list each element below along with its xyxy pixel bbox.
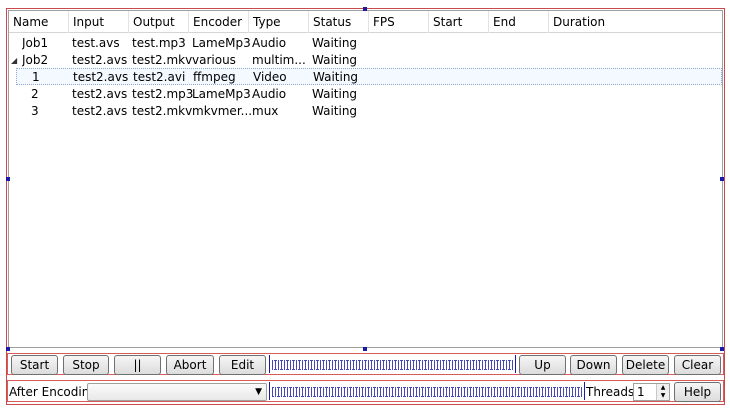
edit-button[interactable]: Edit [219,355,266,375]
pause-button[interactable]: || [114,355,161,375]
layout-spacer [269,355,516,373]
resize-handle[interactable] [363,347,367,351]
list-header: Name Input Output Encoder Type Status FP… [9,11,722,33]
cell-type: mux [252,104,279,118]
cell-input: test2.avs [72,104,128,118]
table-row[interactable]: ◢ Job2 test2.avs test2.mkv various multi… [9,52,722,69]
column-header-type[interactable]: Type [249,11,309,33]
column-header-start[interactable]: Start [429,11,489,33]
cell-name: 2 [31,87,39,101]
cell-status: Waiting [312,36,358,50]
abort-button[interactable]: Abort [166,355,214,375]
cell-encoder: LameMp3 [192,36,251,50]
cell-output: test2.avi [133,70,186,84]
cell-status: Waiting [312,53,358,67]
start-button[interactable]: Start [11,355,58,375]
cell-encoder: LameMp3 [192,87,251,101]
resize-handle[interactable] [720,347,724,351]
chevron-down-icon: ▼ [255,387,262,397]
cell-type: Video [253,70,287,84]
column-header-input[interactable]: Input [69,11,129,33]
clear-button[interactable]: Clear [674,355,721,375]
stop-button[interactable]: Stop [63,355,109,375]
cell-output: test2.mp3 [132,87,194,101]
delete-button[interactable]: Delete [622,355,669,375]
cell-input: test2.avs [72,87,128,101]
cell-input: test.avs [72,36,120,50]
cell-status: Waiting [313,70,359,84]
cell-name: 3 [31,104,39,118]
threads-value: 1 [637,385,645,399]
cell-input: test2.avs [73,70,129,84]
column-header-encoder[interactable]: Encoder [189,11,249,33]
cell-encoder: various [192,53,236,67]
cell-output: test2.mkv [132,104,193,118]
resize-handle[interactable] [363,7,367,11]
cell-type: Audio [252,36,287,50]
move-up-button[interactable]: Up [519,355,566,375]
column-header-output[interactable]: Output [129,11,189,33]
table-row[interactable]: Job1 test.avs test.mp3 LameMp3 Audio Wai… [9,35,722,52]
column-header-status[interactable]: Status [309,11,369,33]
layout-spacer [269,382,585,400]
resize-handle[interactable] [6,177,10,181]
cell-name: Job1 [22,36,49,50]
job-list[interactable]: Name Input Output Encoder Type Status FP… [8,10,723,348]
cell-encoder: mkvmer... [192,104,253,118]
cell-input: test2.avs [72,53,128,67]
column-header-end[interactable]: End [489,11,549,33]
cell-encoder: ffmpeg [193,70,236,84]
column-header-duration[interactable]: Duration [549,11,722,33]
threads-spinbox[interactable]: 1 ▲ ▼ [633,383,670,401]
table-row[interactable]: 3 test2.avs test2.mkv mkvmer... mux Wait… [9,103,722,120]
after-encoding-dropdown[interactable]: ▼ [87,383,267,401]
cell-name: 1 [32,70,40,84]
spin-arrows-icon[interactable]: ▲ ▼ [656,384,669,400]
cell-status: Waiting [312,87,358,101]
cell-output: test.mp3 [132,36,186,50]
help-button[interactable]: Help [674,382,721,402]
after-encoding-bar: After Encoding: ▼ Threads: 1 ▲ ▼ Help [7,380,724,402]
column-header-name[interactable]: Name [9,11,69,33]
cell-status: Waiting [312,104,358,118]
cell-type: Audio [252,87,287,101]
move-down-button[interactable]: Down [570,355,617,375]
resize-handle[interactable] [720,177,724,181]
column-header-fps[interactable]: FPS [369,11,429,33]
table-row-selected[interactable]: 1 test2.avs test2.avi ffmpeg Video Waiti… [16,68,722,85]
resize-handle[interactable] [6,347,10,351]
table-row[interactable]: 2 test2.avs test2.mp3 LameMp3 Audio Wait… [9,86,722,103]
cell-name: Job2 [22,53,49,67]
cell-type: multim... [252,53,306,67]
queue-toolbar: Start Stop || Abort Edit Up Down Delete … [7,353,724,375]
threads-label: Threads: [586,385,639,399]
expanded-triangle-icon[interactable]: ◢ [11,52,19,69]
cell-output: test2.mkv [132,53,193,67]
